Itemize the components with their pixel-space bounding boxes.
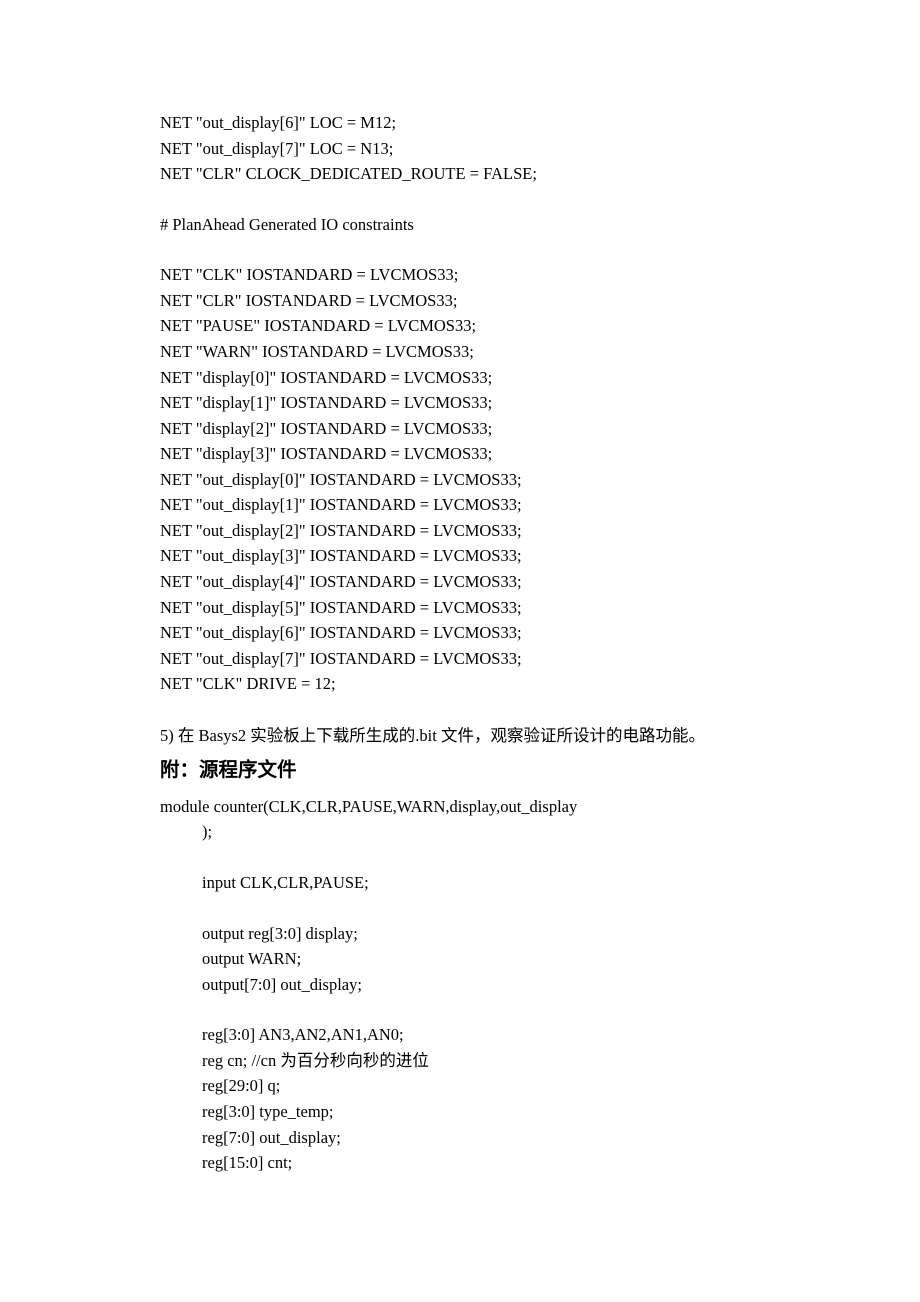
- code-line: NET "out_display[7]" LOC = N13;: [160, 136, 770, 162]
- decl-line: reg cn; //cn 为百分秒向秒的进位: [160, 1048, 770, 1074]
- decl-line: reg[29:0] q;: [160, 1073, 770, 1099]
- code-line: NET "out_display[6]" IOSTANDARD = LVCMOS…: [160, 620, 770, 646]
- code-line: NET "CLK" DRIVE = 12;: [160, 671, 770, 697]
- section-heading: 附：源程序文件: [160, 756, 770, 786]
- code-line: NET "out_display[4]" IOSTANDARD = LVCMOS…: [160, 569, 770, 595]
- code-line: NET "CLR" CLOCK_DEDICATED_ROUTE = FALSE;: [160, 161, 770, 187]
- code-line: NET "PAUSE" IOSTANDARD = LVCMOS33;: [160, 313, 770, 339]
- module-declaration: module counter(CLK,CLR,PAUSE,WARN,displa…: [160, 794, 770, 820]
- spacer: [160, 187, 770, 212]
- decl-line: reg[7:0] out_display;: [160, 1125, 770, 1151]
- code-line: NET "CLR" IOSTANDARD = LVCMOS33;: [160, 288, 770, 314]
- code-line: NET "display[2]" IOSTANDARD = LVCMOS33;: [160, 416, 770, 442]
- decl-line: output[7:0] out_display;: [160, 972, 770, 998]
- code-line: NET "out_display[6]" LOC = M12;: [160, 110, 770, 136]
- code-line: NET "out_display[5]" IOSTANDARD = LVCMOS…: [160, 595, 770, 621]
- code-line: NET "CLK" IOSTANDARD = LVCMOS33;: [160, 262, 770, 288]
- code-line: NET "out_display[0]" IOSTANDARD = LVCMOS…: [160, 467, 770, 493]
- constraints-block-1: NET "out_display[6]" LOC = M12; NET "out…: [160, 110, 770, 187]
- code-line: NET "out_display[1]" IOSTANDARD = LVCMOS…: [160, 492, 770, 518]
- spacer: [160, 997, 770, 1022]
- decl-line: output reg[3:0] display;: [160, 921, 770, 947]
- spacer: [160, 845, 770, 870]
- code-line: NET "out_display[7]" IOSTANDARD = LVCMOS…: [160, 646, 770, 672]
- decl-line: reg[3:0] type_temp;: [160, 1099, 770, 1125]
- code-line: NET "display[0]" IOSTANDARD = LVCMOS33;: [160, 365, 770, 391]
- decl-line: input CLK,CLR,PAUSE;: [160, 870, 770, 896]
- code-line: NET "display[3]" IOSTANDARD = LVCMOS33;: [160, 441, 770, 467]
- spacer: [160, 237, 770, 262]
- code-line: NET "WARN" IOSTANDARD = LVCMOS33;: [160, 339, 770, 365]
- code-line: NET "out_display[3]" IOSTANDARD = LVCMOS…: [160, 543, 770, 569]
- constraints-block-2: NET "CLK" IOSTANDARD = LVCMOS33; NET "CL…: [160, 262, 770, 697]
- decl-line: reg[3:0] AN3,AN2,AN1,AN0;: [160, 1022, 770, 1048]
- comment-line: # PlanAhead Generated IO constraints: [160, 212, 770, 238]
- step-description: 5) 在 Basys2 实验板上下载所生成的.bit 文件，观察验证所设计的电路…: [160, 722, 770, 751]
- code-line: NET "out_display[2]" IOSTANDARD = LVCMOS…: [160, 518, 770, 544]
- spacer: [160, 896, 770, 921]
- code-line: NET "display[1]" IOSTANDARD = LVCMOS33;: [160, 390, 770, 416]
- spacer: [160, 697, 770, 722]
- decl-line: reg[15:0] cnt;: [160, 1150, 770, 1176]
- decl-line: output WARN;: [160, 946, 770, 972]
- module-close-paren: );: [160, 819, 770, 845]
